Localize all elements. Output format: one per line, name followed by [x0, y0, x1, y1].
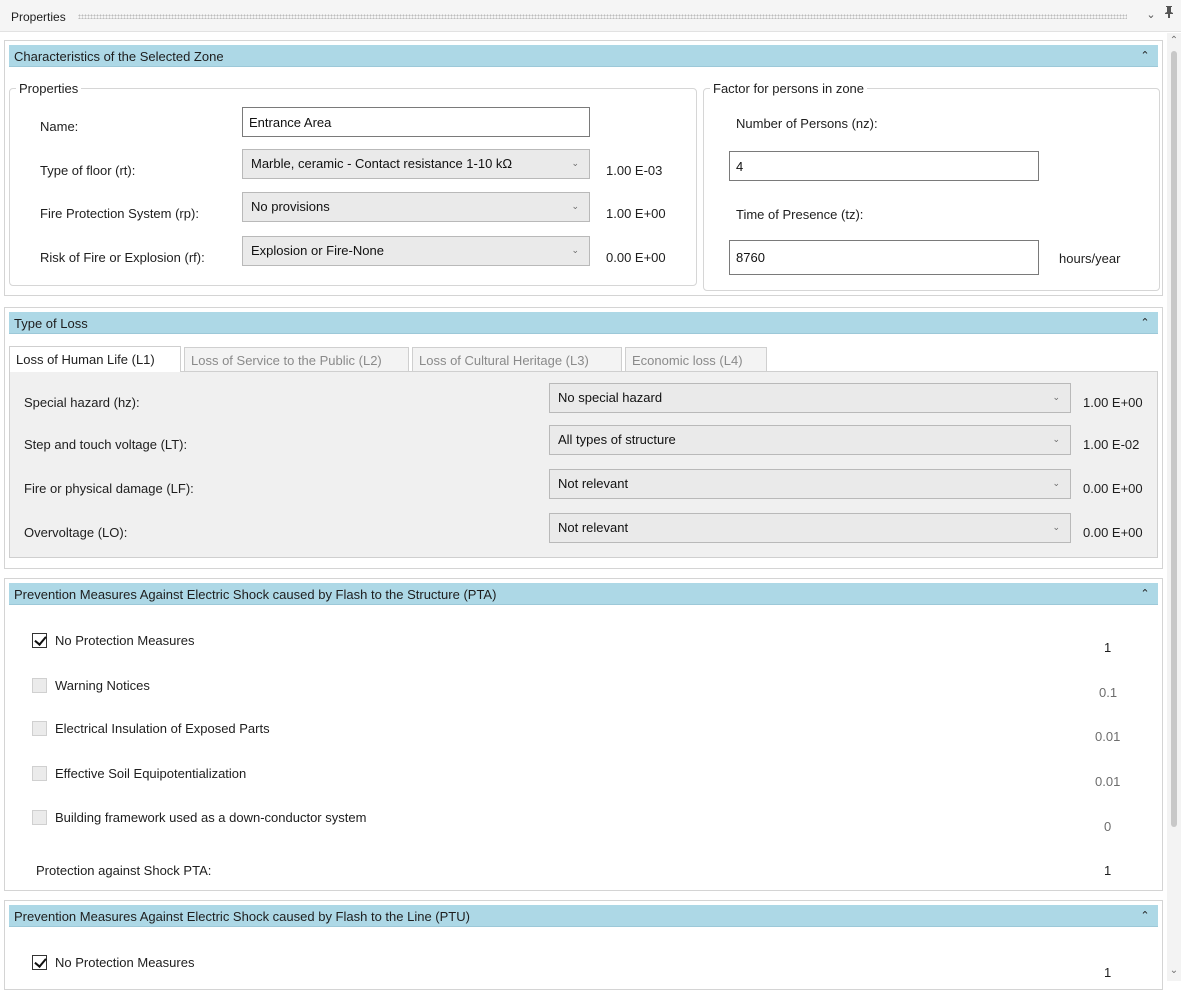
- pta-insulation-label[interactable]: Electrical Insulation of Exposed Parts: [55, 721, 270, 736]
- pta-title: Prevention Measures Against Electric Sho…: [14, 587, 497, 602]
- ptu-section: Prevention Measures Against Electric Sho…: [4, 900, 1163, 990]
- pta-no-protection-checkbox[interactable]: [32, 633, 47, 648]
- ptu-no-protection-label[interactable]: No Protection Measures: [55, 955, 194, 970]
- type-of-loss-header[interactable]: Type of Loss ⌃: [9, 312, 1158, 334]
- collapse-chevron-up-icon[interactable]: ⌃: [1136, 47, 1154, 65]
- pta-insulation-value: 0.01: [1095, 729, 1121, 744]
- risk-fire-factor: 0.00 E+00: [606, 250, 666, 265]
- pta-warning-notices-value: 0.1: [1099, 685, 1118, 700]
- collapse-chevron-up-icon[interactable]: ⌃: [1136, 585, 1154, 603]
- overvoltage-factor: 0.00 E+00: [1083, 525, 1143, 540]
- pta-framework-label[interactable]: Building framework used as a down-conduc…: [55, 810, 366, 825]
- tab-economic-loss[interactable]: Economic loss (L4): [625, 347, 767, 372]
- pta-header[interactable]: Prevention Measures Against Electric Sho…: [9, 583, 1158, 605]
- pta-total-label: Protection against Shock PTA:: [36, 863, 212, 878]
- human-life-tab-body: Special hazard (hz): No special hazard ⌄…: [9, 371, 1158, 558]
- chevron-down-icon[interactable]: ⌄: [1143, 6, 1159, 24]
- pta-warning-notices-label[interactable]: Warning Notices: [55, 678, 150, 693]
- pta-equipotential-value: 0.01: [1095, 774, 1121, 789]
- step-touch-factor: 1.00 E-02: [1083, 437, 1140, 452]
- ptu-no-protection-value: 1: [1104, 965, 1112, 980]
- ptu-header[interactable]: Prevention Measures Against Electric Sho…: [9, 905, 1158, 927]
- fire-damage-select[interactable]: Not relevant ⌄: [549, 469, 1071, 499]
- risk-fire-value: Explosion or Fire-None: [251, 243, 384, 258]
- name-label: Name:: [40, 119, 79, 134]
- floor-factor: 1.00 E-03: [606, 163, 663, 178]
- chevron-down-icon: ⌄: [571, 158, 579, 168]
- pta-section: Prevention Measures Against Electric Sho…: [4, 578, 1163, 891]
- chevron-down-icon: ⌄: [1052, 478, 1060, 488]
- special-hazard-select[interactable]: No special hazard ⌄: [549, 383, 1071, 413]
- overvoltage-value: Not relevant: [558, 520, 629, 535]
- floor-label: Type of floor (rt):: [40, 163, 136, 178]
- properties-group-title: Properties: [16, 81, 82, 96]
- chevron-down-icon: ⌄: [571, 245, 579, 255]
- tab-cultural-heritage[interactable]: Loss of Cultural Heritage (L3): [412, 347, 622, 372]
- floor-select-value: Marble, ceramic - Contact resistance 1-1…: [251, 156, 513, 171]
- fire-damage-factor: 0.00 E+00: [1083, 481, 1143, 496]
- characteristics-title: Characteristics of the Selected Zone: [14, 49, 224, 64]
- characteristics-section: Characteristics of the Selected Zone ⌃ P…: [4, 40, 1163, 296]
- special-hazard-label: Special hazard (hz):: [24, 395, 140, 410]
- fire-damage-value: Not relevant: [558, 476, 629, 491]
- special-hazard-factor: 1.00 E+00: [1083, 395, 1143, 410]
- fire-protection-label: Fire Protection System (rp):: [40, 206, 199, 221]
- number-persons-input[interactable]: 4: [729, 151, 1039, 181]
- pin-icon[interactable]: [1161, 6, 1177, 24]
- panel-grip[interactable]: [78, 14, 1127, 19]
- pta-warning-notices-checkbox[interactable]: [32, 678, 47, 693]
- time-unit-label: hours/year: [1059, 251, 1121, 266]
- collapse-chevron-up-icon[interactable]: ⌃: [1136, 907, 1154, 925]
- type-of-loss-section: Type of Loss ⌃ Loss of Human Life (L1) L…: [4, 307, 1163, 569]
- overvoltage-select[interactable]: Not relevant ⌄: [549, 513, 1071, 543]
- name-input[interactable]: Entrance Area: [242, 107, 590, 137]
- pta-insulation-checkbox[interactable]: [32, 721, 47, 736]
- scroll-thumb[interactable]: [1171, 51, 1177, 827]
- tab-public-service[interactable]: Loss of Service to the Public (L2): [184, 347, 409, 372]
- pta-equipotential-checkbox[interactable]: [32, 766, 47, 781]
- chevron-down-icon: ⌄: [1052, 392, 1060, 402]
- scroll-down-icon[interactable]: ⌄: [1167, 965, 1181, 976]
- time-presence-input[interactable]: 8760: [729, 240, 1039, 275]
- fire-damage-label: Fire or physical damage (LF):: [24, 481, 194, 496]
- characteristics-header[interactable]: Characteristics of the Selected Zone ⌃: [9, 45, 1158, 67]
- fire-protection-value: No provisions: [251, 199, 330, 214]
- properties-group: Properties Name: Entrance Area Type of f…: [9, 81, 697, 286]
- type-of-loss-title: Type of Loss: [14, 316, 88, 331]
- risk-fire-select[interactable]: Explosion or Fire-None ⌄: [242, 236, 590, 266]
- collapse-chevron-up-icon[interactable]: ⌃: [1136, 314, 1154, 332]
- time-presence-label: Time of Presence (tz):: [736, 207, 864, 222]
- special-hazard-value: No special hazard: [558, 390, 663, 405]
- pta-framework-checkbox[interactable]: [32, 810, 47, 825]
- loss-tabstrip: Loss of Human Life (L1) Loss of Service …: [9, 346, 769, 372]
- persons-group: Factor for persons in zone Number of Per…: [703, 81, 1160, 291]
- chevron-down-icon: ⌄: [1052, 434, 1060, 444]
- fire-protection-select[interactable]: No provisions ⌄: [242, 192, 590, 222]
- floor-select[interactable]: Marble, ceramic - Contact resistance 1-1…: [242, 149, 590, 179]
- persons-group-title: Factor for persons in zone: [710, 81, 868, 96]
- vertical-scrollbar[interactable]: ⌃ ⌄: [1167, 33, 1181, 981]
- step-touch-select[interactable]: All types of structure ⌄: [549, 425, 1071, 455]
- chevron-down-icon: ⌄: [1052, 522, 1060, 532]
- scroll-up-icon[interactable]: ⌃: [1167, 35, 1181, 46]
- step-touch-value: All types of structure: [558, 432, 676, 447]
- pta-equipotential-label[interactable]: Effective Soil Equipotentialization: [55, 766, 246, 781]
- pta-total-value: 1: [1104, 863, 1112, 878]
- ptu-title: Prevention Measures Against Electric Sho…: [14, 909, 470, 924]
- chevron-down-icon: ⌄: [571, 201, 579, 211]
- fire-protection-factor: 1.00 E+00: [606, 206, 666, 221]
- pta-no-protection-label[interactable]: No Protection Measures: [55, 633, 194, 648]
- panel-titlebar: Properties ⌄: [0, 0, 1181, 32]
- risk-fire-label: Risk of Fire or Explosion (rf):: [40, 250, 205, 265]
- number-persons-label: Number of Persons (nz):: [736, 116, 878, 131]
- panel-title: Properties: [11, 10, 66, 24]
- overvoltage-label: Overvoltage (LO):: [24, 525, 128, 540]
- tab-human-life[interactable]: Loss of Human Life (L1): [9, 346, 181, 372]
- pta-framework-value: 0: [1104, 819, 1112, 834]
- ptu-no-protection-checkbox[interactable]: [32, 955, 47, 970]
- pta-no-protection-value: 1: [1104, 640, 1112, 655]
- step-touch-label: Step and touch voltage (LT):: [24, 437, 188, 452]
